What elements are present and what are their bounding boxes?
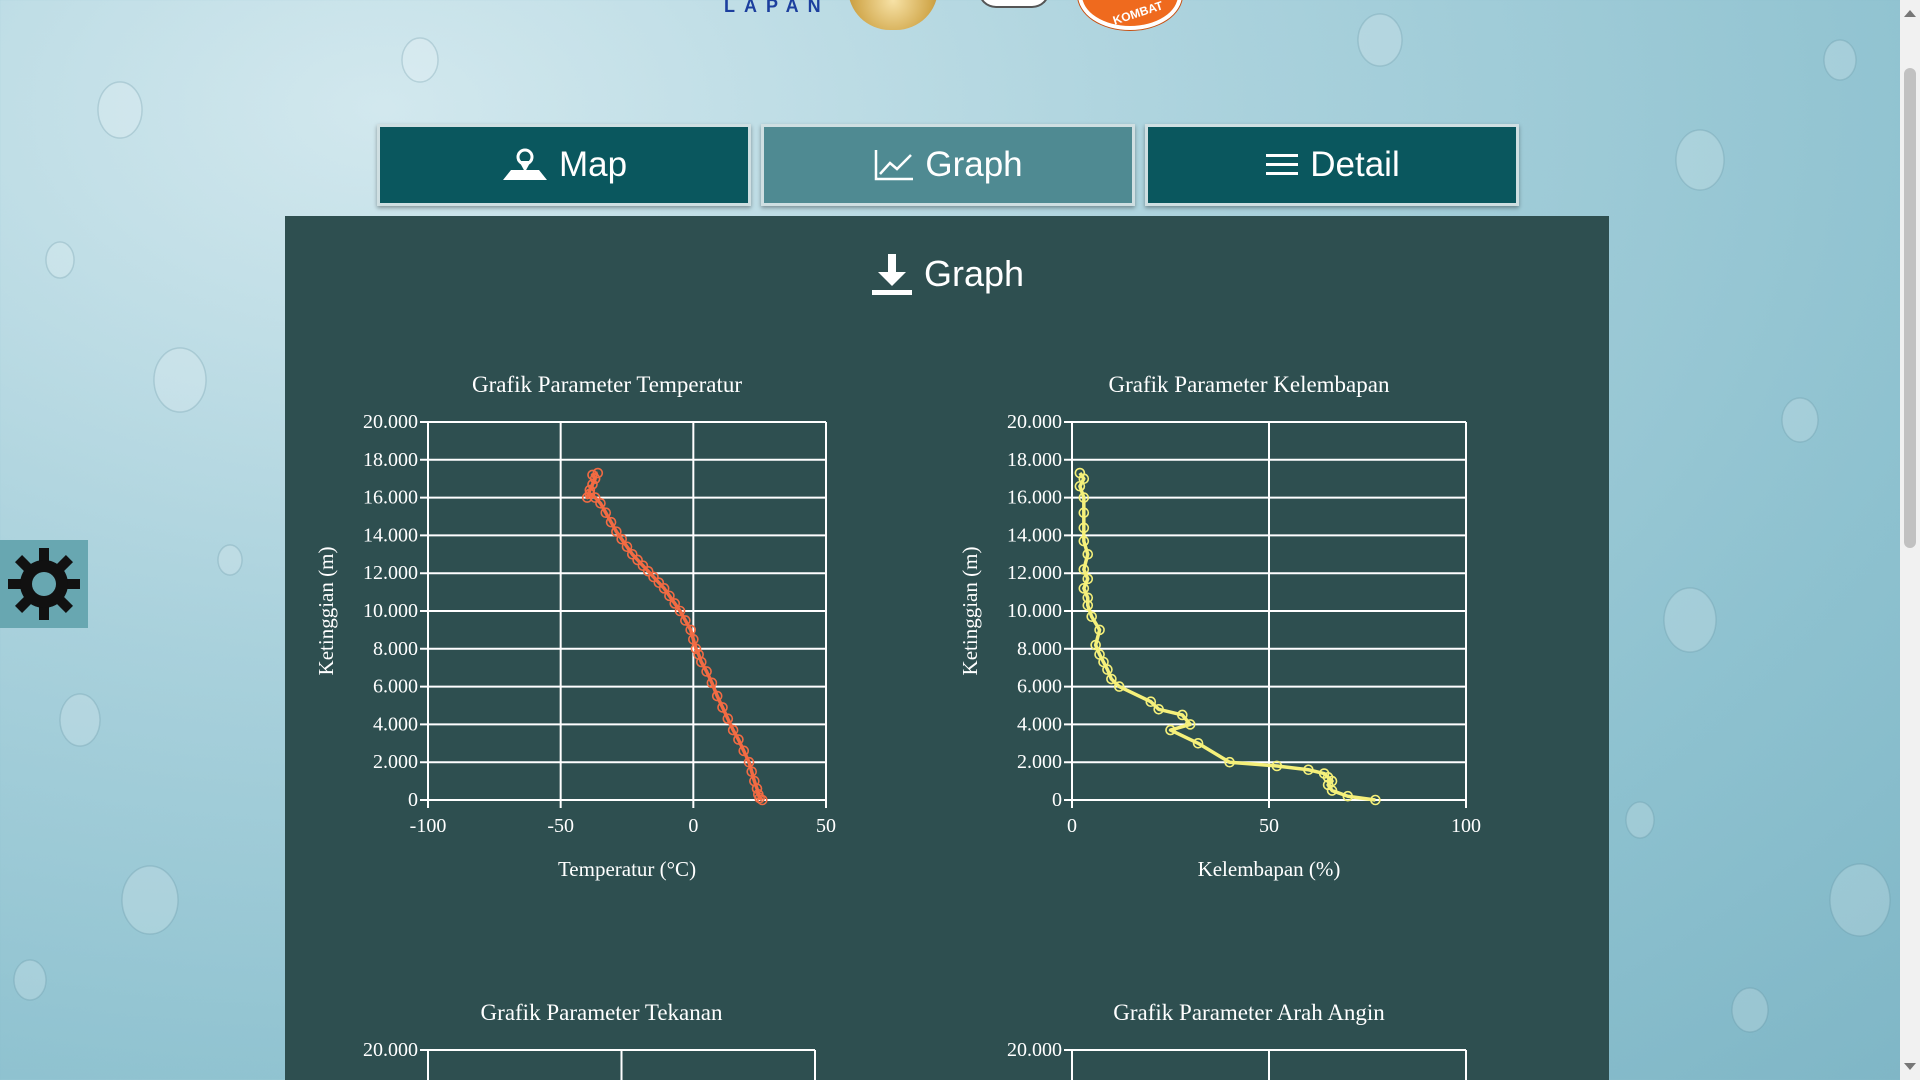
x-tick-label: -50 bbox=[547, 815, 574, 837]
scroll-up-arrow-icon[interactable] bbox=[1904, 10, 1916, 17]
graph-panel: Graph Grafik Parameter Temperatur 0 2.000 4… bbox=[285, 216, 1609, 1080]
tab-detail[interactable]: Detail bbox=[1145, 124, 1519, 206]
series-line bbox=[585, 471, 764, 802]
scrollbar-thumb[interactable] bbox=[1904, 68, 1916, 548]
x-tick-label: 50 bbox=[1259, 815, 1279, 837]
y-tick-label: 0 bbox=[408, 789, 418, 811]
kombat-logo: KOMBAT bbox=[1078, 0, 1182, 30]
tab-graph[interactable]: Graph bbox=[761, 124, 1135, 206]
x-tick-label: 0 bbox=[688, 815, 698, 837]
y-tick-label: 12.000 bbox=[1007, 562, 1062, 584]
y-tick-label: 2.000 bbox=[1017, 751, 1062, 773]
page-scrollbar[interactable] bbox=[1900, 0, 1920, 1080]
y-tick-label: 10.000 bbox=[363, 600, 418, 622]
y-tick-label: 14.000 bbox=[363, 524, 418, 546]
y-tick-label: 6.000 bbox=[373, 676, 418, 698]
chart-pressure: Grafik Parameter Tekanan18.00020.000 bbox=[305, 950, 925, 1080]
line-chart-icon bbox=[875, 150, 914, 181]
y-tick-label: 8.000 bbox=[1017, 638, 1062, 660]
chart-wind-direction: Grafik Parameter Arah Angin18.00020.000 bbox=[949, 950, 1569, 1080]
y-tick-label: 16.000 bbox=[363, 487, 418, 509]
y-tick-label: 0 bbox=[1052, 789, 1062, 811]
tab-detail-label: Detail bbox=[1310, 145, 1400, 184]
y-tick-label: 20.000 bbox=[363, 411, 418, 433]
tab-graph-label: Graph bbox=[925, 145, 1023, 184]
chart-title: Grafik Parameter Tekanan bbox=[481, 1000, 723, 1025]
chart-temperature: Grafik Parameter Temperatur 0 2.000 4.000 6.… bbox=[305, 326, 925, 881]
tab-map[interactable]: Map bbox=[377, 124, 751, 206]
scroll-down-arrow-icon[interactable] bbox=[1904, 1063, 1916, 1070]
y-tick-label: 8.000 bbox=[373, 638, 418, 660]
map-pin-icon bbox=[502, 148, 547, 180]
x-axis-label: Temperatur (°C) bbox=[558, 857, 696, 881]
y-tick-label: 12.000 bbox=[363, 562, 418, 584]
gear-icon bbox=[8, 548, 80, 620]
y-tick-label: 18.000 bbox=[1007, 449, 1062, 471]
view-tabs: Map Graph Detail bbox=[377, 124, 1519, 206]
y-tick-label: 6.000 bbox=[1017, 676, 1062, 698]
y-tick-label: 2.000 bbox=[373, 751, 418, 773]
y-tick-label: 4.000 bbox=[373, 713, 418, 735]
list-icon bbox=[1266, 154, 1299, 175]
series-line bbox=[1078, 472, 1376, 802]
x-axis-label: Kelembapan (%) bbox=[1198, 857, 1341, 881]
y-tick-label: 20.000 bbox=[1007, 411, 1062, 433]
download-icon bbox=[871, 254, 912, 295]
x-tick-label: 50 bbox=[816, 815, 836, 837]
x-tick-label: 100 bbox=[1451, 815, 1481, 837]
y-tick-label: 4.000 bbox=[1017, 713, 1062, 735]
y-tick-label: 20.000 bbox=[363, 1039, 418, 1061]
partner-logos: LAPAN KOMBAT bbox=[700, 0, 1200, 36]
y-tick-label: 16.000 bbox=[1007, 487, 1062, 509]
y-tick-label: 18.000 bbox=[363, 449, 418, 471]
y-axis-label: Ketinggian (m) bbox=[958, 547, 982, 676]
lapan-logo: LAPAN bbox=[724, 0, 830, 16]
x-tick-label: 0 bbox=[1067, 815, 1077, 837]
y-tick-label: 14.000 bbox=[1007, 524, 1062, 546]
graph-panel-title-text: Graph bbox=[923, 253, 1025, 294]
y-tick-label: 10.000 bbox=[1007, 600, 1062, 622]
y-tick-label: 20.000 bbox=[1007, 1039, 1062, 1061]
settings-button[interactable] bbox=[0, 540, 88, 628]
kombat-logo-text: KOMBAT bbox=[1111, 0, 1165, 28]
chart-title: Grafik Parameter Kelembapan bbox=[1109, 372, 1390, 397]
tab-map-label: Map bbox=[558, 145, 628, 184]
garuda-logo bbox=[848, 0, 938, 30]
chart-title: Grafik Parameter Arah Angin bbox=[1113, 1000, 1385, 1025]
cloud-logo bbox=[978, 0, 1050, 8]
chart-title: Grafik Parameter Temperatur bbox=[472, 372, 742, 397]
graph-panel-title[interactable]: Graph bbox=[285, 252, 1609, 296]
chart-humidity: Grafik Parameter Kelembapan 0 2.000 4.000 6.… bbox=[949, 326, 1569, 881]
x-tick-label: -100 bbox=[410, 815, 447, 837]
y-axis-label: Ketinggian (m) bbox=[314, 547, 338, 676]
